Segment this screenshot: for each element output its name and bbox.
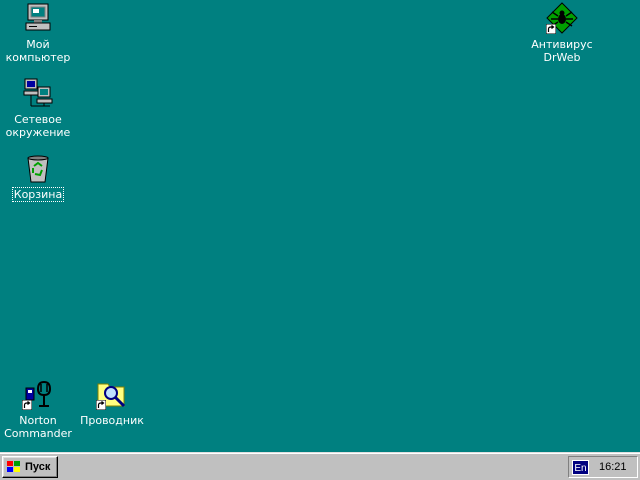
shortcut-arrow-icon xyxy=(546,24,556,34)
desktop-icon-label: Антивирус DrWeb xyxy=(531,38,593,64)
desktop-icon-network-neighborhood[interactable]: Сетевое окружение xyxy=(0,77,76,139)
desktop-icon-my-computer[interactable]: Мой компьютер xyxy=(0,2,76,64)
network-computers-icon xyxy=(22,77,54,109)
desktop-icon-norton-commander[interactable]: Norton Commander xyxy=(0,378,76,440)
recycle-bin-icon xyxy=(22,152,54,184)
windows-logo-icon xyxy=(7,461,20,472)
desktop-icon-explorer[interactable]: Проводник xyxy=(74,378,150,427)
desktop-icon-recycle-bin[interactable]: Корзина xyxy=(0,152,76,202)
desktop-icon-label: Norton Commander xyxy=(4,414,72,440)
language-indicator[interactable]: En xyxy=(572,459,589,475)
shortcut-arrow-icon xyxy=(22,400,32,410)
clock[interactable]: 16:21 xyxy=(599,461,627,473)
desktop-icon-label: Мой компьютер xyxy=(5,38,71,64)
desktop-icon-label: Корзина xyxy=(11,187,65,202)
desktop[interactable]: Мой компьютер Сетевое окружение Корзина … xyxy=(0,0,640,452)
shortcut-arrow-icon xyxy=(96,400,106,410)
start-button[interactable]: Пуск xyxy=(2,456,58,478)
norton-commander-icon xyxy=(22,378,54,410)
taskbar: Пуск En 16:21 xyxy=(0,452,640,480)
desktop-icon-label: Проводник xyxy=(80,414,144,427)
start-button-label: Пуск xyxy=(25,461,51,473)
spider-icon xyxy=(546,2,578,34)
desktop-icon-label: Сетевое окружение xyxy=(5,113,71,139)
computer-icon xyxy=(22,2,54,34)
system-tray: En 16:21 xyxy=(568,456,638,478)
folder-magnifier-icon xyxy=(96,378,128,410)
desktop-icon-antivirus-drweb[interactable]: Антивирус DrWeb xyxy=(524,2,600,64)
